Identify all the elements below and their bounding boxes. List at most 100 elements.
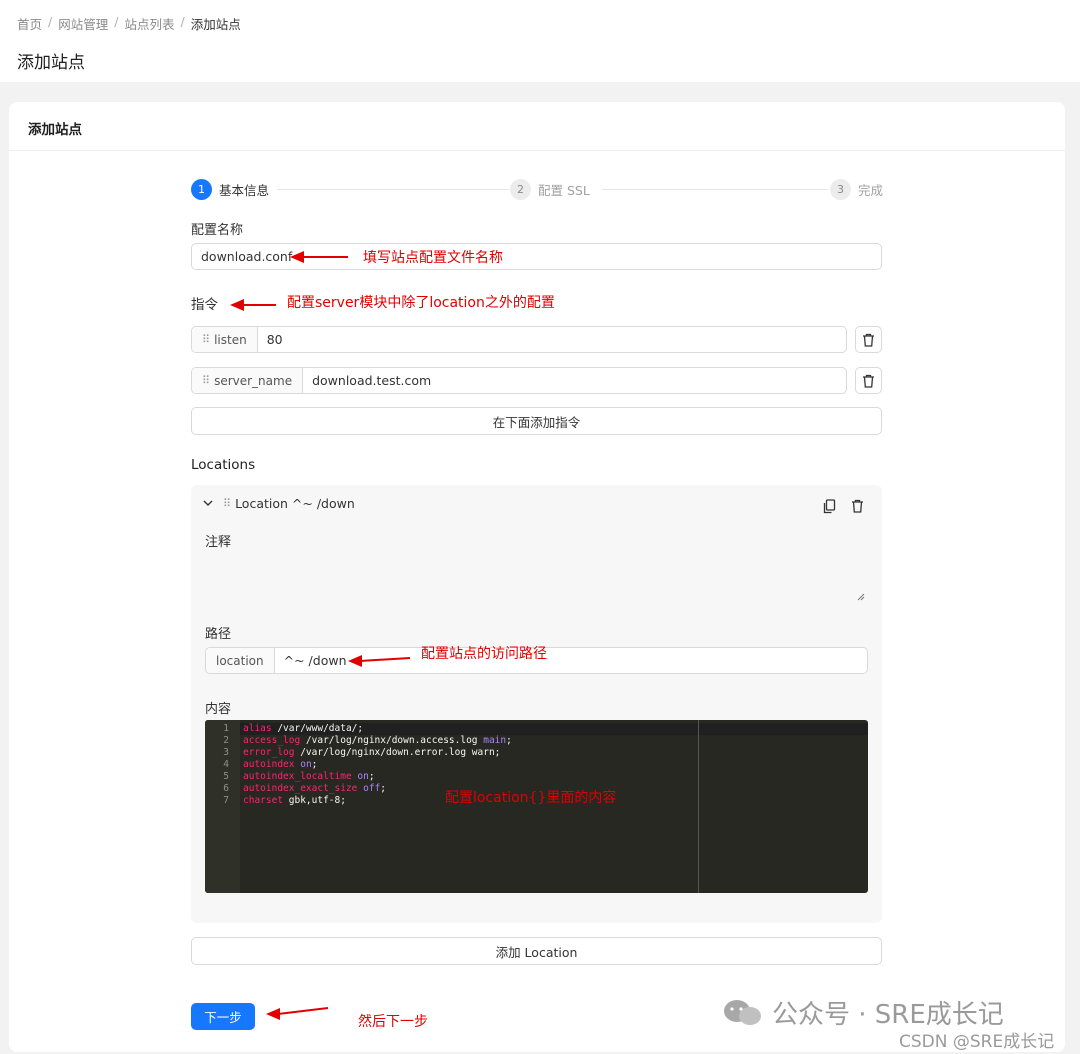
directive-value: 80 bbox=[266, 332, 283, 347]
directive-value: download.test.com bbox=[312, 373, 432, 388]
code-line: autoindex_exact_size off; bbox=[243, 783, 386, 795]
annotation-next: 然后下一步 bbox=[358, 1014, 428, 1030]
path-label: 路径 bbox=[205, 627, 232, 642]
code-keyword: access_log bbox=[243, 735, 301, 746]
line-number: 4 bbox=[223, 759, 229, 770]
directive-name: listen bbox=[214, 332, 247, 347]
code-value: off bbox=[363, 783, 381, 794]
location-title: Location ^~ /down bbox=[235, 496, 355, 511]
code-line: access_log /var/log/nginx/down.access.lo… bbox=[243, 735, 512, 747]
annotation-path: 配置站点的访问路径 bbox=[421, 646, 547, 662]
code-line: autoindex_localtime on; bbox=[243, 771, 375, 783]
line-number: 1 bbox=[223, 723, 229, 734]
code-value: main bbox=[483, 735, 507, 746]
comment-textarea[interactable] bbox=[205, 545, 867, 603]
breadcrumb: 首页 / 网站管理 / 站点列表 / 添加站点 bbox=[17, 14, 241, 33]
drag-handle-icon[interactable]: ⠿ bbox=[202, 333, 210, 346]
line-number: 5 bbox=[223, 771, 229, 782]
code-text: ; bbox=[368, 771, 375, 782]
code-keyword: autoindex bbox=[243, 759, 295, 770]
code-keyword: error_log bbox=[243, 747, 295, 758]
code-line: charset gbk,utf-8; bbox=[243, 795, 346, 807]
code-keyword: charset bbox=[243, 795, 284, 806]
step-ssl: 2 配置 SSL bbox=[510, 179, 590, 200]
annotation-arrow-icon bbox=[290, 251, 348, 263]
copy-icon[interactable] bbox=[823, 499, 836, 514]
resize-handle-icon[interactable] bbox=[857, 593, 865, 601]
content-label: 内容 bbox=[205, 702, 232, 717]
code-keyword: autoindex_localtime bbox=[243, 771, 352, 782]
directive-row[interactable]: ⠿ server_name download.test.com bbox=[191, 367, 847, 394]
config-name-value: download.conf bbox=[201, 249, 293, 264]
page-title: 添加站点 bbox=[17, 53, 85, 73]
annotation-arrow-icon bbox=[266, 1007, 329, 1020]
wechat-icon bbox=[724, 999, 761, 1025]
print-margin bbox=[698, 720, 699, 893]
annotation-arrow-icon bbox=[348, 655, 411, 667]
breadcrumb-site-list[interactable]: 站点列表 bbox=[124, 14, 174, 33]
step-finish: 3 完成 bbox=[830, 179, 883, 200]
breadcrumb-separator: / bbox=[114, 14, 119, 29]
location-header[interactable]: ⠿ Location ^~ /down bbox=[203, 496, 355, 511]
trash-icon bbox=[863, 333, 874, 347]
step-basic-info: 1 基本信息 bbox=[191, 179, 269, 200]
code-value: on bbox=[357, 771, 369, 782]
code-line: alias /var/www/data/; bbox=[243, 723, 363, 735]
step-connector bbox=[602, 189, 828, 190]
delete-directive-button[interactable] bbox=[855, 326, 882, 353]
breadcrumb-separator: / bbox=[48, 14, 53, 29]
code-text: /var/log/nginx/down.error.log warn; bbox=[294, 747, 501, 758]
step-number: 1 bbox=[191, 179, 212, 200]
code-line: autoindex on; bbox=[243, 759, 317, 771]
code-text: ; bbox=[380, 783, 387, 794]
breadcrumb-current: 添加站点 bbox=[190, 17, 241, 32]
step-number: 3 bbox=[830, 179, 851, 200]
annotation-arrow-icon bbox=[230, 299, 276, 311]
drag-handle-icon[interactable]: ⠿ bbox=[202, 374, 210, 387]
add-location-button[interactable]: 添加 Location bbox=[191, 937, 882, 965]
code-line: error_log /var/log/nginx/down.error.log … bbox=[243, 747, 500, 759]
directive-name: server_name bbox=[214, 373, 293, 388]
page-header: 首页 / 网站管理 / 站点列表 / 添加站点 添加站点 bbox=[0, 0, 1080, 82]
chevron-down-icon[interactable] bbox=[203, 500, 213, 507]
path-addon: location bbox=[206, 648, 275, 673]
annotation-config-name: 填写站点配置文件名称 bbox=[363, 250, 503, 266]
trash-icon[interactable] bbox=[851, 499, 864, 513]
directive-row[interactable]: ⠿ listen 80 bbox=[191, 326, 847, 353]
line-number: 3 bbox=[223, 747, 229, 758]
code-text: /var/log/nginx/down.access.log bbox=[300, 735, 484, 746]
breadcrumb-separator: / bbox=[180, 14, 185, 29]
add-directive-button[interactable]: 在下面添加指令 bbox=[191, 407, 882, 435]
config-name-label: 配置名称 bbox=[191, 223, 244, 238]
annotation-directives: 配置server模块中除了location之外的配置 bbox=[287, 295, 555, 311]
steps: 1 基本信息 2 配置 SSL 3 完成 bbox=[191, 179, 883, 201]
drag-handle-icon[interactable]: ⠿ bbox=[223, 497, 231, 510]
next-step-button[interactable]: 下一步 bbox=[191, 1003, 255, 1030]
step-label: 配置 SSL bbox=[538, 183, 590, 198]
line-number: 7 bbox=[223, 795, 229, 806]
step-label: 基本信息 bbox=[219, 183, 270, 198]
directive-name-addon[interactable]: ⠿ listen bbox=[192, 327, 258, 352]
card-title: 添加站点 bbox=[9, 102, 1065, 151]
directive-name-addon[interactable]: ⠿ server_name bbox=[192, 368, 304, 393]
watermark-wechat: 公众号 · SRE成长记 bbox=[722, 994, 1004, 1031]
step-label: 完成 bbox=[858, 183, 884, 198]
code-value: on bbox=[300, 759, 312, 770]
breadcrumb-home[interactable]: 首页 bbox=[17, 14, 42, 33]
watermark-text: 公众号 · SRE成长记 bbox=[772, 1000, 1004, 1030]
line-number: 6 bbox=[223, 783, 229, 794]
code-text: gbk,utf-8; bbox=[283, 795, 346, 806]
code-text: /var/www/data/; bbox=[271, 723, 364, 734]
code-keyword: alias bbox=[243, 723, 272, 734]
step-number: 2 bbox=[510, 179, 531, 200]
delete-directive-button[interactable] bbox=[855, 367, 882, 394]
code-keyword: autoindex_exact_size bbox=[243, 783, 358, 794]
location-panel: ⠿ Location ^~ /down 注释 路径 location ^~ /d… bbox=[191, 485, 882, 923]
code-text: ; bbox=[506, 735, 512, 746]
path-value: ^~ /down bbox=[283, 653, 347, 668]
breadcrumb-site-management[interactable]: 网站管理 bbox=[58, 14, 108, 33]
trash-icon bbox=[863, 374, 874, 388]
locations-title: Locations bbox=[191, 457, 256, 473]
line-number: 2 bbox=[223, 735, 229, 746]
watermark-csdn: CSDN @SRE成长记 bbox=[899, 1032, 1055, 1052]
